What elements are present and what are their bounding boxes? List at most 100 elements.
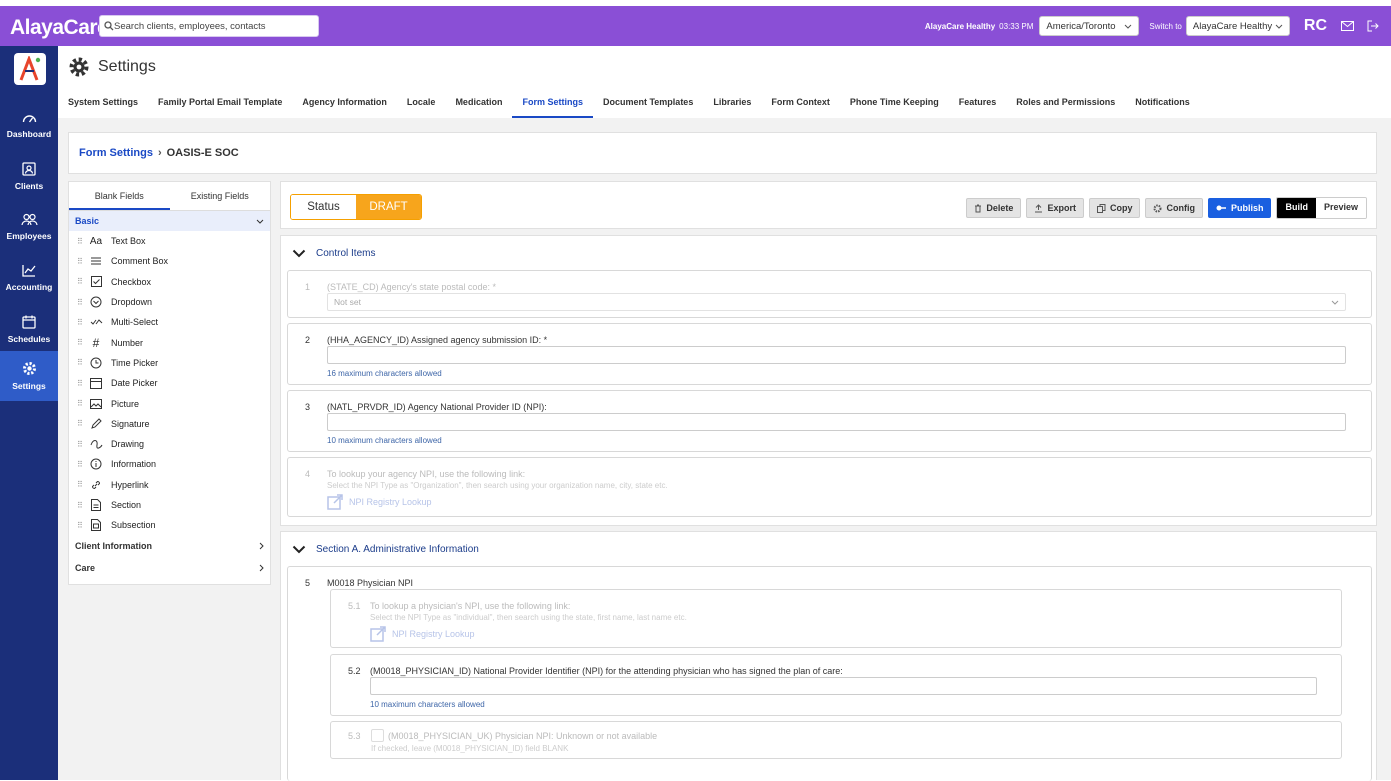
tab-blank-fields[interactable]: Blank Fields xyxy=(69,182,170,210)
nav-schedules[interactable]: Schedules xyxy=(0,304,58,354)
user-avatar[interactable]: RC xyxy=(1304,17,1327,35)
question-m0018-physician-npi[interactable]: 5 M0018 Physician NPI 5.1 To lookup a ph… xyxy=(287,566,1372,781)
drag-handle-icon[interactable]: ⠿ xyxy=(77,521,89,530)
section-header[interactable]: Section A. Administrative Information xyxy=(281,532,1376,566)
field-text-box[interactable]: ⠿ Aa Text Box xyxy=(69,231,270,251)
global-search[interactable] xyxy=(99,15,319,37)
tab-locale[interactable]: Locale xyxy=(397,90,446,118)
drag-handle-icon[interactable]: ⠿ xyxy=(77,480,89,489)
drag-handle-icon[interactable]: ⠿ xyxy=(77,338,89,347)
drag-handle-icon[interactable]: ⠿ xyxy=(77,318,89,327)
field-signature[interactable]: ⠿ Signature xyxy=(69,414,270,434)
section-header[interactable]: Control Items xyxy=(281,236,1376,270)
drag-handle-icon[interactable]: ⠿ xyxy=(77,277,89,286)
checkbox-icon xyxy=(89,275,103,289)
drag-handle-icon[interactable]: ⠿ xyxy=(77,419,89,428)
npi-registry-link[interactable]: NPI Registry Lookup xyxy=(327,494,432,510)
field-dropdown[interactable]: ⠿ Dropdown xyxy=(69,292,270,312)
state-select[interactable]: Not set xyxy=(327,293,1346,311)
publish-button[interactable]: Publish xyxy=(1207,198,1272,218)
palette-section-basic[interactable]: Basic xyxy=(69,211,270,231)
form-section-control-items: Control Items 1 (STATE_CD) Agency's stat… xyxy=(280,235,1377,526)
drag-handle-icon[interactable]: ⠿ xyxy=(77,379,89,388)
field-hyperlink[interactable]: ⠿ Hyperlink xyxy=(69,475,270,495)
question-state-cd[interactable]: 1 (STATE_CD) Agency's state postal code:… xyxy=(287,270,1372,318)
mail-icon[interactable] xyxy=(1339,18,1355,34)
gear-icon xyxy=(69,57,89,77)
logout-icon[interactable] xyxy=(1365,18,1381,34)
search-input[interactable] xyxy=(114,20,314,32)
field-multi-select[interactable]: ⠿ Multi-Select xyxy=(69,312,270,332)
field-label: Date Picker xyxy=(111,378,158,389)
nav-clients[interactable]: Clients xyxy=(0,151,58,201)
question-agency-npi-lookup[interactable]: 4 To lookup your agency NPI, use the fol… xyxy=(287,457,1372,517)
field-picture[interactable]: ⠿ Picture xyxy=(69,393,270,413)
tab-libraries[interactable]: Libraries xyxy=(703,90,761,118)
field-date-picker[interactable]: ⠿ Date Picker xyxy=(69,373,270,393)
tab-notifications[interactable]: Notifications xyxy=(1125,90,1200,118)
tab-family-portal-email-template[interactable]: Family Portal Email Template xyxy=(148,90,292,118)
question-label: To lookup a physician's NPI, use the fol… xyxy=(370,601,571,611)
timezone-select[interactable]: America/Toronto xyxy=(1039,16,1140,36)
drag-handle-icon[interactable]: ⠿ xyxy=(77,399,89,408)
tab-document-templates[interactable]: Document Templates xyxy=(593,90,703,118)
physician-npi-input[interactable] xyxy=(370,677,1317,695)
tab-medication[interactable]: Medication xyxy=(445,90,512,118)
nav-label: Schedules xyxy=(7,333,51,344)
tab-roles-and-permissions[interactable]: Roles and Permissions xyxy=(1006,90,1125,118)
question-hha-agency-id[interactable]: 2 (HHA_AGENCY_ID) Assigned agency submis… xyxy=(287,323,1372,385)
drag-handle-icon[interactable]: ⠿ xyxy=(77,257,89,266)
drag-handle-icon[interactable]: ⠿ xyxy=(77,237,89,246)
app-logo[interactable]: AlayaCare xyxy=(10,16,109,40)
tab-existing-fields[interactable]: Existing Fields xyxy=(170,182,271,210)
external-link-icon xyxy=(327,494,343,510)
question-subtext: Select the NPI Type as "individual", the… xyxy=(370,613,687,622)
npi-input[interactable] xyxy=(327,413,1346,431)
field-checkbox[interactable]: ⠿ Checkbox xyxy=(69,272,270,292)
delete-button[interactable]: Delete xyxy=(966,198,1022,218)
question-m0018-physician-uk[interactable]: 5.3 (M0018_PHYSICIAN_UK) Physician NPI: … xyxy=(330,721,1342,759)
tab-system-settings[interactable]: System Settings xyxy=(68,90,148,118)
field-information[interactable]: ⠿ Information xyxy=(69,454,270,474)
nav-dashboard[interactable]: Dashboard xyxy=(0,100,58,150)
tab-features[interactable]: Features xyxy=(949,90,1007,118)
palette-section-client-information[interactable]: Client Information xyxy=(69,536,270,556)
unknown-checkbox[interactable] xyxy=(371,729,384,742)
agency-id-input[interactable] xyxy=(327,346,1346,364)
nav-employees[interactable]: Employees xyxy=(0,202,58,252)
drag-handle-icon[interactable]: ⠿ xyxy=(77,358,89,367)
question-natl-prvdr-id[interactable]: 3 (NATL_PRVDR_ID) Agency National Provid… xyxy=(287,390,1372,452)
npi-registry-link[interactable]: NPI Registry Lookup xyxy=(370,626,475,642)
switch-agency-select[interactable]: AlayaCare Healthy xyxy=(1185,16,1290,36)
drag-handle-icon[interactable]: ⠿ xyxy=(77,440,89,449)
config-button[interactable]: Config xyxy=(1145,198,1203,218)
field-label: Comment Box xyxy=(111,256,169,267)
question-physician-npi-lookup[interactable]: 5.1 To lookup a physician's NPI, use the… xyxy=(330,589,1342,648)
brand-logo[interactable] xyxy=(14,53,46,85)
tab-form-settings[interactable]: Form Settings xyxy=(512,90,593,118)
nav-label: Employees xyxy=(6,231,52,241)
palette-section-care[interactable]: Care xyxy=(69,558,270,578)
form-toolbar: Status DRAFT Delete Export Copy Config P… xyxy=(280,181,1377,229)
copy-button[interactable]: Copy xyxy=(1088,198,1141,218)
nav-accounting[interactable]: Accounting xyxy=(0,253,58,303)
preview-mode-button[interactable]: Preview xyxy=(1315,198,1366,218)
build-mode-button[interactable]: Build xyxy=(1277,198,1316,218)
field-section[interactable]: ⠿ Section xyxy=(69,495,270,515)
field-time-picker[interactable]: ⠿ Time Picker xyxy=(69,353,270,373)
question-m0018-physician-id[interactable]: 5.2 (M0018_PHYSICIAN_ID) National Provid… xyxy=(330,654,1342,716)
field-subsection[interactable]: ⠿ Subsection xyxy=(69,515,270,535)
field-drawing[interactable]: ⠿ Drawing xyxy=(69,434,270,454)
export-button[interactable]: Export xyxy=(1026,198,1084,218)
drag-handle-icon[interactable]: ⠿ xyxy=(77,501,89,510)
tab-agency-information[interactable]: Agency Information xyxy=(292,90,397,118)
tab-form-context[interactable]: Form Context xyxy=(761,90,840,118)
employees-icon xyxy=(20,213,38,226)
field-number[interactable]: ⠿ # Number xyxy=(69,332,270,352)
tab-phone-time-keeping[interactable]: Phone Time Keeping xyxy=(840,90,949,118)
drag-handle-icon[interactable]: ⠿ xyxy=(77,460,89,469)
field-comment-box[interactable]: ⠿ Comment Box xyxy=(69,251,270,271)
drag-handle-icon[interactable]: ⠿ xyxy=(77,298,89,307)
breadcrumb-parent[interactable]: Form Settings xyxy=(79,147,153,159)
nav-settings[interactable]: Settings xyxy=(0,351,58,401)
